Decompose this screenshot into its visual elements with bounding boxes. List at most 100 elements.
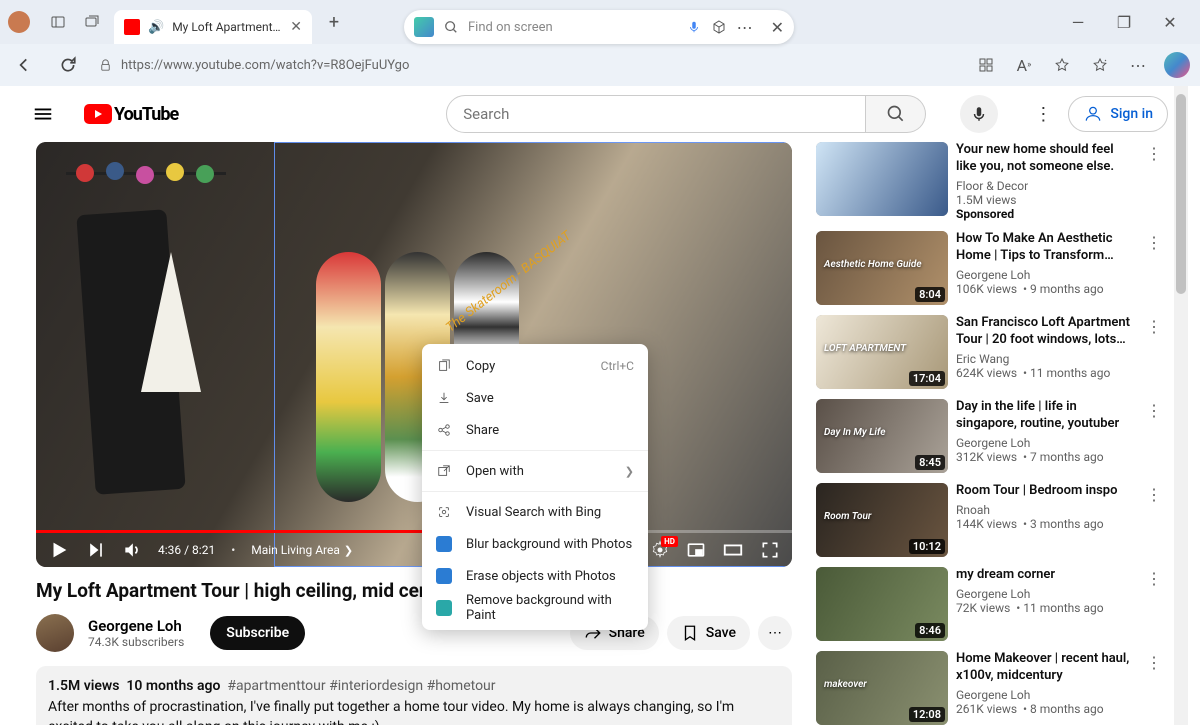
new-tab-button[interactable]: + (320, 8, 348, 36)
ctx-save[interactable]: Save (422, 382, 648, 414)
paint-icon (436, 600, 452, 616)
more-icon[interactable]: ⋯ (737, 18, 753, 37)
suggested-title: Your new home should feel like you, not … (956, 142, 1136, 176)
suggested-channel: Eric Wang (956, 352, 1136, 366)
suggested-channel: Floor & Decor (956, 179, 1136, 193)
suggested-title: Home Makeover | recent haul, x100v, midc… (956, 651, 1136, 685)
tab-close-icon[interactable]: ✕ (290, 19, 302, 35)
tab-audio-icon[interactable]: 🔊 (148, 20, 164, 35)
channel-avatar[interactable] (36, 614, 74, 652)
settings-menu-icon[interactable]: ⋮ (1034, 104, 1052, 125)
browser-tab[interactable]: 🔊 My Loft Apartment Tour | h… ✕ (114, 10, 312, 44)
ctx-copy[interactable]: CopyCtrl+C (422, 350, 648, 382)
suggested-more-icon[interactable]: ⋮ (1144, 142, 1164, 221)
subscribe-button[interactable]: Subscribe (210, 616, 305, 650)
play-button[interactable] (48, 539, 70, 561)
theater-icon[interactable] (722, 539, 744, 561)
video-meta: Georgene Loh 74.3K subscribers Subscribe… (36, 614, 792, 652)
ctx-blur-bg[interactable]: Blur background with Photos (422, 528, 648, 560)
suggested-item[interactable]: Your new home should feel like you, not … (816, 142, 1164, 221)
ctx-remove-bg[interactable]: Remove background with Paint (422, 592, 648, 624)
mic-icon[interactable] (687, 20, 701, 34)
settings-icon[interactable]: HD (650, 540, 670, 560)
ctx-share[interactable]: Share (422, 414, 648, 446)
workspaces-icon[interactable] (44, 8, 72, 36)
find-on-screen-bar: Find on screen ⋯ ✕ (404, 10, 794, 44)
duration-badge: 10:12 (909, 539, 945, 554)
close-window-button[interactable]: ✕ (1148, 7, 1192, 37)
thumbnail: LOFT APARTMENT 17:04 (816, 315, 948, 389)
ctx-open-with[interactable]: Open with❯ (422, 455, 648, 487)
save-button[interactable]: Save (667, 616, 750, 650)
profile-avatar-icon[interactable] (8, 11, 30, 33)
minimize-button[interactable]: — (1056, 7, 1100, 37)
cube-icon[interactable] (711, 19, 727, 35)
ctx-erase[interactable]: Erase objects with Photos (422, 560, 648, 592)
close-icon[interactable]: ✕ (771, 18, 784, 37)
suggested-item[interactable]: Aesthetic Home Guide 8:04 How To Make An… (816, 231, 1164, 305)
suggested-more-icon[interactable]: ⋮ (1144, 483, 1164, 557)
share-icon (436, 422, 452, 438)
page-scrollbar[interactable] (1174, 86, 1188, 725)
copilot-icon[interactable] (1164, 52, 1190, 78)
player-controls: 4:36 / 8:21 • Main Living Area❯ HD (36, 533, 792, 567)
suggested-views: 261K views • 8 months ago (956, 702, 1136, 716)
suggested-views: 106K views • 9 months ago (956, 282, 1136, 296)
suggested-more-icon[interactable]: ⋮ (1144, 399, 1164, 473)
suggested-item[interactable]: Room Tour 10:12 Room Tour | Bedroom insp… (816, 483, 1164, 557)
suggested-more-icon[interactable]: ⋮ (1144, 651, 1164, 725)
maximize-button[interactable]: ❐ (1102, 7, 1146, 37)
ctx-visual-search[interactable]: Visual Search with Bing (422, 496, 648, 528)
suggested-more-icon[interactable]: ⋮ (1144, 315, 1164, 389)
volume-icon[interactable] (122, 540, 142, 560)
suggested-more-icon[interactable]: ⋮ (1144, 231, 1164, 305)
voice-search-button[interactable] (960, 95, 998, 133)
view-count: 1.5M views (48, 678, 119, 694)
refresh-button[interactable] (54, 51, 82, 79)
suggested-item[interactable]: Day In My Life 8:45 Day in the life | li… (816, 399, 1164, 473)
description-body: After months of procrastination, I've fi… (48, 698, 780, 725)
search-button[interactable] (866, 95, 926, 133)
favorite-icon[interactable] (1050, 53, 1074, 77)
site-info-icon[interactable] (98, 58, 113, 73)
suggested-item[interactable]: LOFT APARTMENT 17:04 San Francisco Loft … (816, 315, 1164, 389)
collections-icon[interactable] (1088, 53, 1112, 77)
suggested-item[interactable]: 8:46 my dream corner Georgene Loh 72K vi… (816, 567, 1164, 641)
suggested-more-icon[interactable]: ⋮ (1144, 567, 1164, 641)
suggested-item[interactable]: makeover 12:08 Home Makeover | recent ha… (816, 651, 1164, 725)
time-display: 4:36 / 8:21 (158, 543, 215, 557)
description-box[interactable]: 1.5M views 10 months ago #apartmenttour … (36, 666, 792, 725)
find-placeholder[interactable]: Find on screen (468, 20, 677, 35)
upload-age: 10 months ago (126, 678, 220, 694)
url-text[interactable]: https://www.youtube.com/watch?v=R8OejFuU… (121, 58, 409, 73)
back-button[interactable] (10, 51, 38, 79)
extensions-icon[interactable] (974, 53, 998, 77)
duration-badge: 17:04 (909, 371, 945, 386)
tabactions-icon[interactable] (78, 8, 106, 36)
more-actions-button[interactable]: ⋯ (758, 616, 792, 650)
next-button[interactable] (86, 540, 106, 560)
suggested-views: 72K views • 11 months ago (956, 601, 1136, 615)
read-aloud-icon[interactable]: A» (1012, 53, 1036, 77)
subscriber-count: 74.3K subscribers (88, 635, 184, 649)
channel-name[interactable]: Georgene Loh (88, 617, 184, 635)
thumbnail: Room Tour 10:12 (816, 483, 948, 557)
photos-icon (436, 568, 452, 584)
youtube-search (446, 95, 926, 133)
screenshot-tool-icon[interactable] (414, 17, 434, 37)
duration-badge: 12:08 (909, 707, 945, 722)
search-input[interactable] (446, 95, 866, 133)
fullscreen-icon[interactable] (760, 540, 780, 560)
signin-button[interactable]: Sign in (1068, 96, 1168, 132)
hamburger-icon[interactable] (32, 103, 56, 125)
miniplayer-icon[interactable] (686, 540, 706, 560)
video-player[interactable]: The Skateroom - BASQUIAT 4:36 / 8:21 • M… (36, 142, 792, 567)
video-title: My Loft Apartment Tour | high ceiling, m… (36, 579, 792, 602)
hashtags[interactable]: #apartmenttour #interiordesign #hometour (227, 678, 495, 694)
thumbnail: Day In My Life 8:45 (816, 399, 948, 473)
youtube-logo[interactable]: YouTube (76, 100, 186, 129)
youtube-play-icon (84, 104, 112, 124)
browser-menu-icon[interactable]: ⋯ (1126, 53, 1150, 77)
chapter-label[interactable]: Main Living Area❯ (251, 543, 353, 557)
tab-title: My Loft Apartment Tour | h… (172, 20, 282, 34)
